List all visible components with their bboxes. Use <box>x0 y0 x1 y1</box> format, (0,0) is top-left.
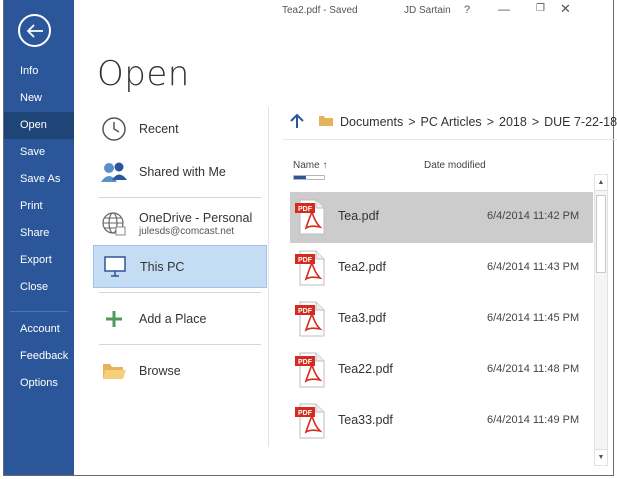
nav-list: Info New Open Save Save As Print Share Export Cl… <box>4 58 74 397</box>
pdf-badge: PDF <box>298 206 313 213</box>
file-name: Tea2.pdf <box>338 260 386 274</box>
page-title: Open <box>97 54 190 94</box>
nav-item-share[interactable]: Share <box>4 220 74 247</box>
help-button[interactable]: ? <box>464 4 470 16</box>
file-name: Tea22.pdf <box>338 362 393 376</box>
pdf-icon: PDF <box>294 249 326 287</box>
place-label: OneDrive - Personal julesds@comcast.net <box>139 211 252 237</box>
place-label: Shared with Me <box>139 164 226 179</box>
pdf-badge: PDF <box>298 308 313 315</box>
breadcrumb-item[interactable]: Documents <box>340 115 403 129</box>
close-button[interactable]: ✕ <box>560 1 571 17</box>
scroll-thumb[interactable] <box>596 195 606 273</box>
plus-icon <box>99 304 129 334</box>
place-shared-with-me[interactable]: Shared with Me <box>93 150 267 193</box>
onedrive-account: julesds@comcast.net <box>139 225 235 237</box>
breadcrumb-item[interactable]: PC Articles <box>421 115 482 129</box>
breadcrumb-item[interactable]: DUE 7-22-18 <box>544 115 617 129</box>
place-label: Add a Place <box>139 311 207 326</box>
nav-item-feedback[interactable]: Feedback <box>4 343 74 370</box>
pdf-icon: PDF <box>294 198 326 236</box>
document-status: Tea2.pdf - Saved <box>282 5 358 16</box>
places-list: Recent Shared with Me OneDrive - Persona… <box>93 107 267 392</box>
place-browse[interactable]: Browse <box>93 349 267 392</box>
breadcrumb-separator: > <box>408 115 416 129</box>
pdf-icon: PDF <box>294 300 326 338</box>
place-recent[interactable]: Recent <box>93 107 267 150</box>
title-bar: Tea2.pdf - Saved JD Sartain ? — ❐ ✕ <box>74 0 613 22</box>
user-name[interactable]: JD Sartain <box>404 5 451 16</box>
clock-icon <box>99 114 129 144</box>
nav-item-save-as[interactable]: Save As <box>4 166 74 193</box>
breadcrumb-separator: > <box>486 115 494 129</box>
backstage-nav: Info New Open Save Save As Print Share Export Cl… <box>4 0 74 475</box>
pdf-icon: PDF <box>294 351 326 389</box>
nav-item-print[interactable]: Print <box>4 193 74 220</box>
breadcrumb-path: Documents > PC Articles >2018 > DUE 7-22-18 <box>340 115 617 129</box>
globe-icon <box>99 209 129 239</box>
view-toggle[interactable] <box>293 175 325 180</box>
file-name: Tea33.pdf <box>338 413 393 427</box>
column-header-name[interactable]: Name ↑ <box>293 160 327 171</box>
file-list-scrollbar[interactable]: ▲ ▼ <box>594 174 608 466</box>
scroll-down-button[interactable]: ▼ <box>595 449 607 465</box>
column-header-date[interactable]: Date modified <box>424 160 486 171</box>
back-button[interactable] <box>18 14 51 47</box>
places-divider <box>99 197 261 198</box>
minimize-button[interactable]: — <box>498 2 510 16</box>
nav-divider <box>10 311 68 312</box>
nav-item-close[interactable]: Close <box>4 274 74 301</box>
nav-item-options[interactable]: Options <box>4 370 74 397</box>
nav-item-save[interactable]: Save <box>4 139 74 166</box>
pdf-badge: PDF <box>298 410 313 417</box>
pdf-icon: PDF <box>294 402 326 440</box>
places-divider <box>99 292 261 293</box>
place-onedrive[interactable]: OneDrive - Personal julesds@comcast.net <box>93 202 267 245</box>
folder-icon <box>99 356 129 386</box>
computer-icon <box>100 252 130 282</box>
place-this-pc[interactable]: This PC <box>93 245 267 288</box>
file-row[interactable]: PDF Tea33.pdf 6/4/2014 11:49 PM <box>290 396 593 447</box>
nav-item-new[interactable]: New <box>4 85 74 112</box>
up-arrow-icon <box>290 113 304 128</box>
folder-icon <box>318 114 334 130</box>
file-date: 6/4/2014 11:48 PM <box>487 363 580 375</box>
scroll-up-button[interactable]: ▲ <box>595 175 607 191</box>
breadcrumb: Documents > PC Articles >2018 > DUE 7-22-18 <box>290 112 617 132</box>
people-icon <box>99 157 129 187</box>
file-date: 6/4/2014 11:49 PM <box>487 414 580 426</box>
file-date: 6/4/2014 11:43 PM <box>487 261 580 273</box>
nav-item-account[interactable]: Account <box>4 316 74 343</box>
maximize-button[interactable]: ❐ <box>536 3 545 14</box>
nav-item-info[interactable]: Info <box>4 58 74 85</box>
file-name: Tea3.pdf <box>338 311 386 325</box>
file-list: PDF Tea.pdf 6/4/2014 11:42 PM PDF Tea2.pdf 6/… <box>290 192 593 447</box>
file-row[interactable]: PDF Tea.pdf 6/4/2014 11:42 PM <box>290 192 593 243</box>
place-label: Browse <box>139 363 181 378</box>
place-label: Recent <box>139 121 179 136</box>
file-date: 6/4/2014 11:42 PM <box>487 210 580 222</box>
nav-item-open[interactable]: Open <box>4 112 74 139</box>
file-row[interactable]: PDF Tea22.pdf 6/4/2014 11:48 PM <box>290 345 593 396</box>
onedrive-label: OneDrive - Personal <box>139 210 253 225</box>
place-add-a-place[interactable]: Add a Place <box>93 297 267 340</box>
breadcrumb-underline <box>283 139 617 140</box>
pdf-badge: PDF <box>298 359 313 366</box>
up-folder-button[interactable] <box>290 113 304 132</box>
nav-item-export[interactable]: Export <box>4 247 74 274</box>
pdf-badge: PDF <box>298 257 313 264</box>
column-divider <box>268 107 269 447</box>
place-label: This PC <box>140 259 185 274</box>
file-row[interactable]: PDF Tea2.pdf 6/4/2014 11:43 PM <box>290 243 593 294</box>
file-date: 6/4/2014 11:45 PM <box>487 312 580 324</box>
breadcrumb-item[interactable]: 2018 <box>499 115 527 129</box>
places-divider <box>99 344 261 345</box>
file-name: Tea.pdf <box>338 209 380 223</box>
file-row[interactable]: PDF Tea3.pdf 6/4/2014 11:45 PM <box>290 294 593 345</box>
back-arrow-icon <box>26 23 43 38</box>
breadcrumb-separator: > <box>531 115 540 129</box>
